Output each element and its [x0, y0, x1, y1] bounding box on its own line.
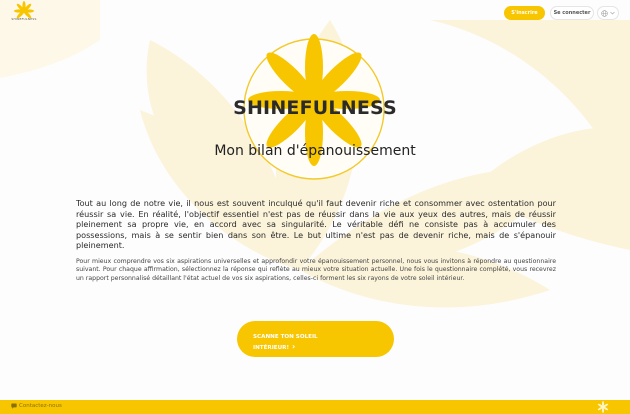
instructions-paragraph: Pour mieux comprendre vos six aspiration…	[76, 258, 556, 282]
chevron-right-icon: ›	[292, 341, 296, 351]
signup-button[interactable]: S'inscrire	[504, 6, 545, 20]
globe-icon	[601, 9, 608, 17]
brand-logo[interactable]: SHINEFULNESS	[10, 1, 38, 25]
start-scan-button[interactable]: SCANNE TON SOLEIL INTÉRIEUR! ›	[237, 321, 394, 357]
contact-label: Contactez-nous	[19, 403, 62, 409]
intro-paragraph: Tout au long de notre vie, il nous est s…	[76, 198, 556, 250]
login-button[interactable]: Se connecter	[550, 6, 594, 20]
contact-link[interactable]: Contactez-nous	[11, 403, 62, 409]
top-navigation-bar: SHINEFULNESS S'inscrire Se connecter	[0, 0, 630, 26]
sun-logo-icon	[14, 1, 34, 18]
cta-line-1: SCANNE TON SOLEIL	[253, 333, 318, 340]
logo-text: SHINEFULNESS	[11, 17, 37, 21]
chat-icon	[11, 403, 17, 409]
cta-line-2: INTÉRIEUR!	[253, 344, 290, 351]
page-subtitle: Mon bilan d'épanouissement	[214, 143, 416, 159]
footer-sun-icon	[597, 401, 609, 413]
footer-bar: Contactez-nous	[0, 400, 630, 414]
chevron-down-icon	[610, 11, 615, 15]
language-selector[interactable]	[597, 6, 619, 20]
brand-title: SHINEFULNESS	[233, 97, 397, 119]
